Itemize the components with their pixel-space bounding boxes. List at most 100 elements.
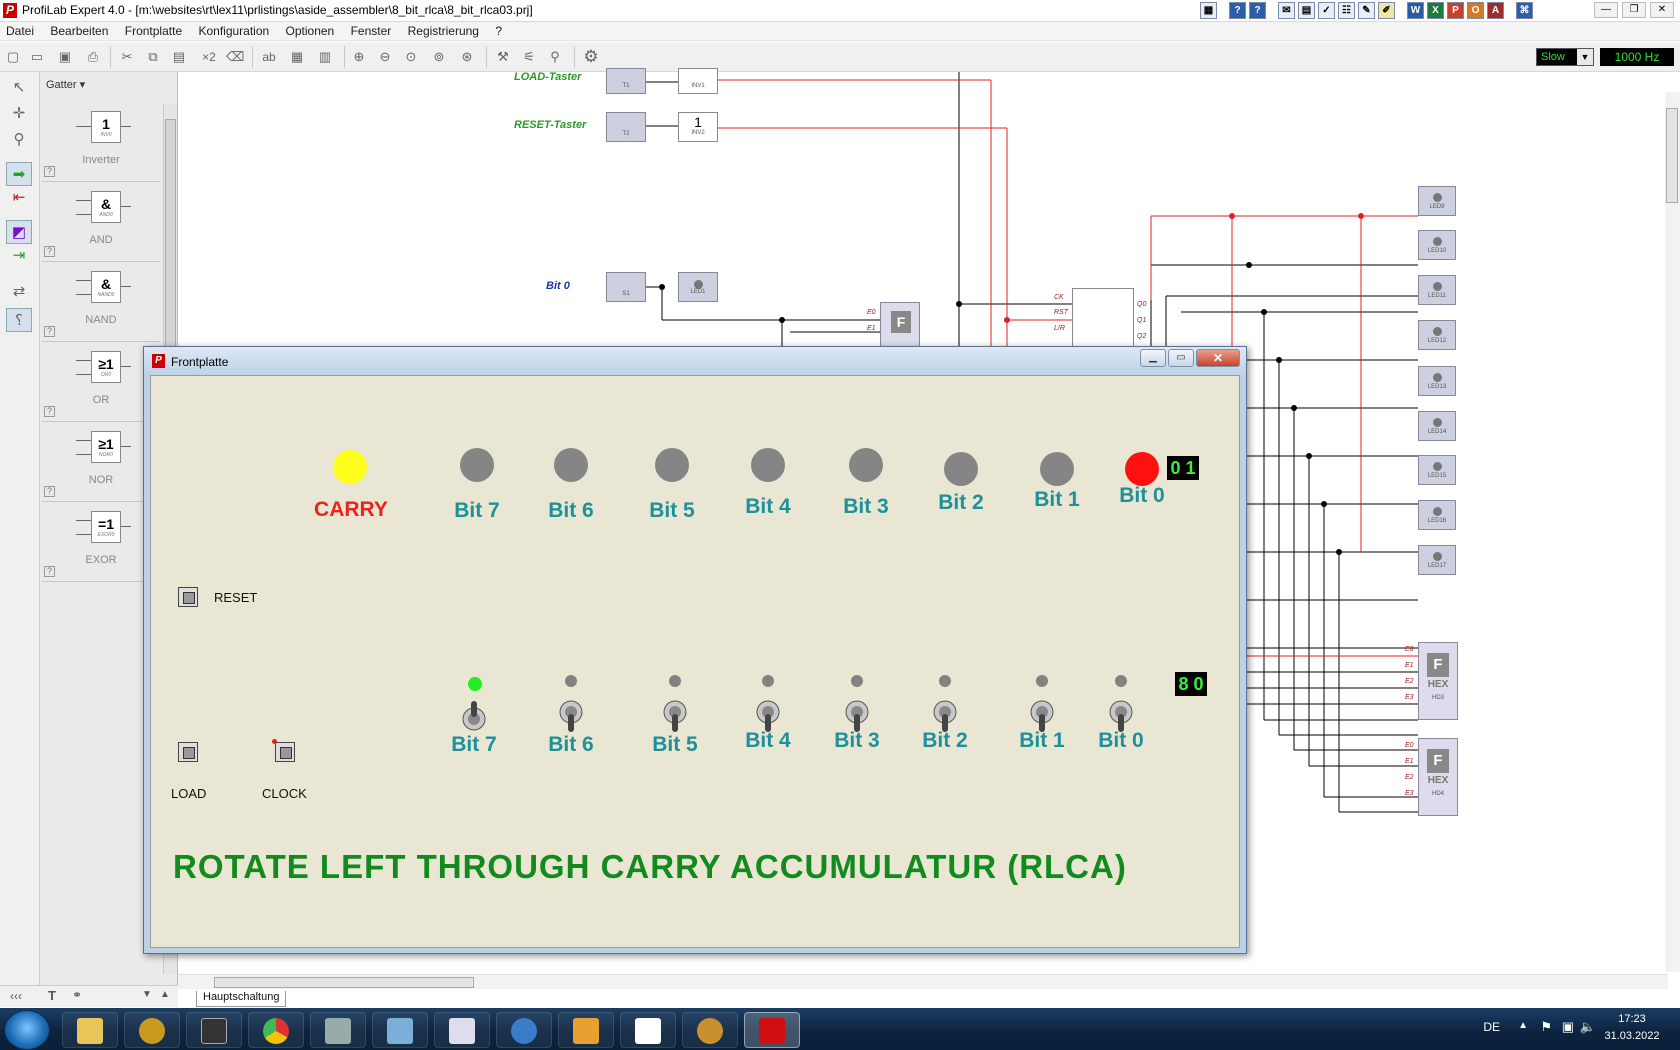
profilab-app-icon[interactable]: P — [3, 3, 17, 18]
stop-arrow-icon[interactable]: ⇤ — [6, 186, 32, 210]
taskbar-chip-app[interactable] — [186, 1012, 242, 1048]
menu-optionen[interactable]: Optionen — [280, 22, 342, 38]
help-icon-2[interactable]: ? — [1249, 2, 1266, 19]
gate-and[interactable]: & AND0 AND ? — [42, 182, 160, 262]
arrow-up-icon[interactable]: ▲ — [160, 989, 170, 1000]
taskbar-media-app[interactable] — [558, 1012, 614, 1048]
network-icon[interactable]: ▣ — [1562, 1019, 1574, 1035]
binoculars-icon[interactable]: ⚭ — [72, 988, 82, 1002]
zoom-out-icon[interactable]: ⊖ — [376, 48, 394, 66]
taskbar-paint-app[interactable] — [682, 1012, 738, 1048]
help-icon[interactable]: ? — [44, 326, 55, 337]
powerpoint-icon[interactable]: P — [1447, 2, 1464, 19]
chevron-down-icon[interactable]: ▼ — [1577, 49, 1593, 65]
menu-registrierung[interactable]: Registrierung — [402, 22, 486, 38]
minimize-button[interactable]: — — [1594, 2, 1618, 18]
task-icon[interactable]: ✓ — [1318, 2, 1335, 19]
taskbar-profilab[interactable] — [744, 1012, 800, 1048]
gate-nand[interactable]: & NAND0 NAND ? — [42, 262, 160, 342]
copy-icon[interactable]: ⧉ — [144, 48, 162, 66]
settings-gear-icon[interactable]: ⚙ — [582, 48, 600, 66]
paste-icon[interactable]: ▤ — [170, 48, 188, 66]
palette-category-select[interactable]: Gatter ▾ — [46, 78, 85, 91]
tab-hauptschaltung[interactable]: Hauptschaltung — [196, 991, 287, 1007]
speaker-icon[interactable]: 🔈 — [1580, 1019, 1596, 1035]
button-t1[interactable]: T1 — [606, 68, 646, 94]
align-icon[interactable]: ▥ — [316, 48, 334, 66]
text-tool-icon[interactable]: ab — [260, 48, 278, 66]
outlook-icon[interactable]: ⌘ — [1516, 2, 1533, 19]
minimize-button[interactable]: ▁ — [1140, 349, 1166, 367]
zoom-area-icon[interactable]: ⊚ — [430, 48, 448, 66]
new-icon[interactable]: ▢ — [4, 48, 22, 66]
hex-display-hd4[interactable]: F HEX HD4 — [1418, 738, 1458, 816]
open-icon[interactable]: ▭ — [28, 48, 46, 66]
swap-icon[interactable]: ⇄ — [6, 280, 32, 304]
speed-select[interactable]: Slow ▼ — [1536, 48, 1594, 66]
menu-datei[interactable]: Datei — [0, 22, 41, 38]
collapse-icon[interactable]: ‹‹‹ — [10, 989, 22, 1003]
inverter-inv1[interactable]: INV1 — [678, 68, 718, 94]
shift-register[interactable] — [1072, 288, 1134, 348]
arrow-down-icon[interactable]: ▼ — [142, 989, 152, 1000]
gate-inverter[interactable]: 1 INV0 Inverter ? — [42, 102, 160, 182]
schematic-led[interactable]: LED15 — [1418, 455, 1456, 485]
close-button[interactable]: ✕ — [1650, 2, 1674, 18]
schematic-led[interactable]: LED14 — [1418, 411, 1456, 441]
toggle-switch[interactable] — [662, 700, 688, 734]
zoom-all-icon[interactable]: ⊛ — [458, 48, 476, 66]
menu-help[interactable]: ? — [489, 22, 509, 38]
hex-display-component[interactable]: F — [880, 302, 920, 348]
chevron-up-icon[interactable]: ▲ — [1518, 1020, 1528, 1031]
grid-icon[interactable]: ▦ — [288, 48, 306, 66]
schematic-led[interactable]: LED11 — [1418, 275, 1456, 305]
maximize-button[interactable]: ▭ — [1168, 349, 1194, 367]
office-icon[interactable]: O — [1467, 2, 1484, 19]
clock-date[interactable]: 31.03.2022 — [1602, 1030, 1662, 1042]
help-icon[interactable]: ? — [44, 166, 55, 177]
probe-icon[interactable]: ⚲ — [546, 48, 564, 66]
mail-icon[interactable]: ✉ — [1278, 2, 1295, 19]
inverter-inv2[interactable]: 1 INV2 — [678, 112, 718, 142]
duplicate-icon[interactable]: ×2 — [196, 48, 222, 66]
grid-icon[interactable]: ▦ — [1200, 2, 1217, 19]
input-icon[interactable]: ⇥ — [6, 244, 32, 268]
close-button[interactable]: ✕ — [1196, 349, 1240, 367]
zoom-fit-icon[interactable]: ⊙ — [402, 48, 420, 66]
menu-bearbeiten[interactable]: Bearbeiten — [44, 22, 115, 38]
text-icon[interactable]: T — [48, 988, 56, 1003]
reset-button[interactable] — [178, 587, 198, 607]
horizontal-scrollbar[interactable] — [178, 974, 1668, 989]
word-icon[interactable]: W — [1407, 2, 1424, 19]
language-indicator[interactable]: DE — [1483, 1020, 1500, 1034]
taskbar-calculator[interactable] — [434, 1012, 490, 1048]
windows-start-button[interactable] — [4, 1010, 50, 1050]
save-icon[interactable]: ▣ — [56, 48, 74, 66]
excel-icon[interactable]: X — [1427, 2, 1444, 19]
taskbar-explorer[interactable] — [62, 1012, 118, 1048]
schematic-led[interactable]: LED17 — [1418, 545, 1456, 575]
run-arrow-icon[interactable]: ➡ — [6, 162, 32, 186]
clock-button[interactable] — [275, 742, 295, 762]
schematic-led[interactable]: LED12 — [1418, 320, 1456, 350]
pointer-icon[interactable]: ↖ — [6, 76, 32, 100]
button-t2[interactable]: T2 — [606, 112, 646, 142]
contacts-icon[interactable]: ☷ — [1338, 2, 1355, 19]
taskbar-note-app[interactable] — [372, 1012, 428, 1048]
help-icon[interactable]: ? — [44, 566, 55, 577]
crosshair-icon[interactable]: ✛ — [6, 102, 32, 126]
schematic-led[interactable]: LED13 — [1418, 366, 1456, 396]
clock-time[interactable]: 17:23 — [1602, 1013, 1662, 1025]
toggle-switch[interactable] — [461, 697, 487, 731]
switch-s1[interactable]: S1 — [606, 272, 646, 302]
help-icon[interactable]: ? — [44, 486, 55, 497]
help-icon[interactable]: ? — [1229, 2, 1246, 19]
frontplatte-titlebar[interactable]: P Frontplatte ▁ ▭ ✕ — [144, 347, 1246, 375]
schematic-led[interactable]: LED10 — [1418, 230, 1456, 260]
access-icon[interactable]: A — [1487, 2, 1504, 19]
menu-konfiguration[interactable]: Konfiguration — [192, 22, 276, 38]
vertical-scrollbar[interactable] — [1665, 92, 1680, 972]
context-help-icon[interactable]: ⸮ — [6, 308, 32, 332]
restore-button[interactable]: ❐ — [1622, 2, 1646, 18]
compile-icon[interactable]: ⚒ — [494, 48, 512, 66]
